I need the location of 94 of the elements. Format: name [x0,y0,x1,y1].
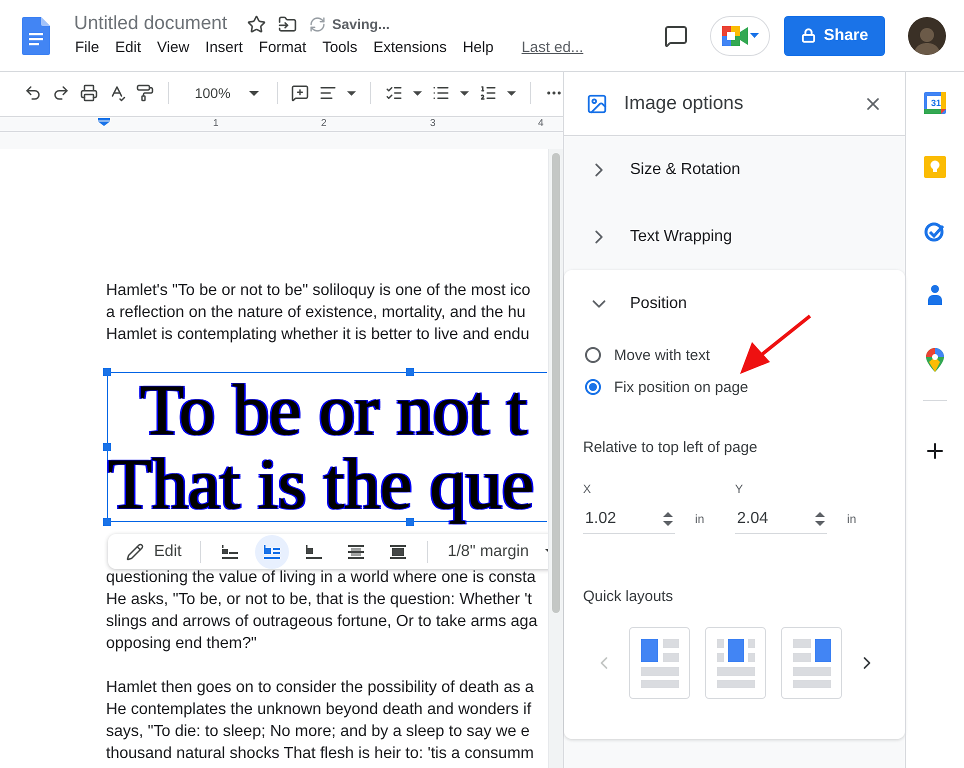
menu-item[interactable]: Extensions [365,37,455,58]
inline-icon [220,544,240,560]
radio-label: Fix position on page [614,378,748,396]
radio-button[interactable] [585,347,601,363]
resize-handle[interactable] [406,368,414,376]
section-header[interactable]: Position [564,270,905,337]
section-header[interactable]: Size & Rotation [564,136,905,203]
break-text-icon [304,544,324,560]
caret-icon [507,90,516,96]
menu-item[interactable]: Help [454,37,502,58]
sync-icon [309,16,326,32]
layout-option[interactable] [705,627,766,699]
caret-icon [460,90,470,96]
wrap-text-icon [262,544,282,560]
radio-option[interactable]: Move with text [564,339,905,371]
menu-item[interactable]: Format [250,37,314,58]
scrollbar-thumb[interactable] [552,153,560,613]
field-label: Y [735,482,744,496]
menu-item[interactable]: Edit [107,37,150,58]
in-front-of-text-icon [388,544,408,560]
calendar-button[interactable]: 31 [915,92,955,156]
move-folder-icon[interactable] [278,14,298,34]
resize-handle[interactable] [103,518,111,526]
spinner-icon[interactable] [815,510,825,526]
text-line: slings and arrows of outrageous fortune, Or to take arms aga [106,612,538,632]
video-camera-icon [722,26,748,46]
resize-handle[interactable] [103,368,111,376]
text-line: opposing end them?" [106,634,257,654]
layout-image-center-icon [714,637,756,689]
paint-format-icon[interactable] [136,83,154,103]
layout-option[interactable] [781,627,842,699]
star-icon[interactable] [247,14,266,34]
scrollbar[interactable] [548,149,563,768]
text-line: questioning the value of living in a world where one is consta [106,568,536,588]
caret-icon [413,90,422,96]
image-text: That is the que [108,447,534,521]
caret-icon [347,90,356,96]
lock-icon [800,28,816,43]
avatar[interactable] [908,16,946,54]
calendar-day: 31 [929,97,943,109]
panel-title: Image options [624,92,744,114]
ruler-number: 1 [213,117,219,131]
indent-marker-icon[interactable] [98,118,110,126]
resize-handle[interactable] [406,518,414,526]
caret-icon [248,90,259,96]
radio-option[interactable]: Fix position on page [564,371,905,403]
layout-image-left-icon [638,637,680,689]
behind-text-icon [346,544,366,560]
menu-item[interactable]: File [67,37,108,58]
text-line: says, "To die: to sleep; No more; and by a sleep to say we e [106,722,530,742]
zoom-dropdown[interactable]: 100% [182,85,263,101]
wrap-option-button[interactable] [254,534,289,568]
text-line: He asks, "To be, or not to be, that is the question: Whether 't [106,590,532,610]
pencil-icon [126,542,144,560]
image-icon [586,92,608,114]
text-line: thousand natural shocks That flesh is heir to: 'tis a consumm [106,744,534,764]
menu-item[interactable]: View [149,37,198,58]
number-field[interactable]: 2.04 [735,504,827,534]
saving-status: Saving... [332,16,390,32]
edit-button[interactable]: Edit [126,542,188,560]
text-line: a reflection on the nature of existence, mortality, and the hu [106,303,526,323]
last-edit-link[interactable]: Last ed... [522,39,584,56]
text-line: Hamlet is contemplating whether it is better to live and endu [106,325,530,345]
radio-label: Move with text [614,346,710,364]
add-comment-icon[interactable] [291,83,310,103]
text-line: Hamlet then goes on to consider the possibility of death as a [106,678,534,698]
caret-icon [750,33,758,38]
spinner-icon[interactable] [663,510,673,526]
menu-item[interactable]: Insert [197,37,251,58]
docs-logo[interactable] [22,16,50,54]
quick-layouts-title: Quick layouts [582,588,674,605]
layout-image-right-icon [790,637,832,689]
ruler-number: 3 [430,117,436,131]
unit-label: in [695,512,704,526]
menu-item[interactable]: Tools [314,37,366,58]
relative-label: Relative to top left of page [582,439,758,456]
meet-button[interactable] [710,16,770,56]
calendar-icon [924,92,946,114]
layout-option[interactable] [629,627,690,699]
print-icon[interactable] [80,83,98,103]
comment-icon[interactable] [664,24,688,48]
resize-handle[interactable] [103,443,111,451]
field-label: X [583,482,592,496]
ruler-number: 4 [538,117,544,131]
text-line: Hamlet's "To be or not to be" soliloquy is one of the most ico [106,281,530,301]
unit-label: in [847,512,856,526]
image-text: To be or not t [139,373,527,447]
ruler-number: 2 [321,117,327,131]
section-header[interactable]: Text Wrapping [564,203,905,270]
number-field[interactable]: 1.02 [583,504,675,534]
radio-button[interactable] [585,379,601,395]
share-button[interactable]: Share [784,16,885,56]
document-title[interactable]: Untitled document [74,13,228,35]
text-line: He contemplates the unknown beyond death and wonders if [106,700,532,720]
